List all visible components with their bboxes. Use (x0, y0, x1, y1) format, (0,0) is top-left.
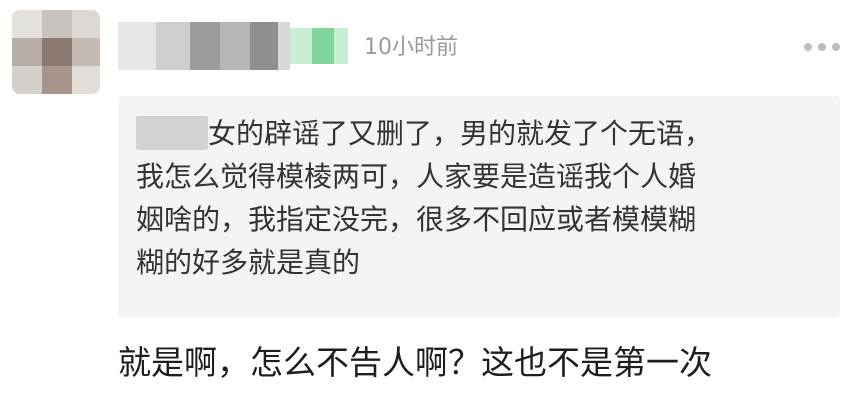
avatar-blur-block (12, 66, 42, 94)
avatar-blur-block (42, 10, 72, 38)
user-badge-blurred (334, 28, 348, 64)
avatar-blur-block (42, 66, 72, 94)
avatar-blur-block (12, 38, 42, 66)
more-horizontal-icon[interactable] (804, 42, 840, 52)
username-blurred[interactable] (118, 22, 348, 70)
user-badge-blurred (312, 28, 334, 64)
avatar-blur-block (72, 66, 100, 94)
avatar-blur-block (12, 10, 42, 38)
avatar-blur-block (42, 38, 72, 66)
avatar-blur-block (72, 10, 100, 38)
user-badge-blurred (290, 28, 312, 64)
avatar[interactable] (12, 10, 100, 94)
quoted-comment-text: 女的辟谣了又删了，男的就发了个无语， 我怎么觉得模棱两可，人家要是造谣我个人婚 … (136, 117, 713, 279)
reply-text: 就是啊，怎么不告人啊？这也不是第一次 (118, 343, 712, 382)
timestamp: 10小时前 (364, 35, 458, 60)
avatar-blur-block (72, 38, 100, 66)
